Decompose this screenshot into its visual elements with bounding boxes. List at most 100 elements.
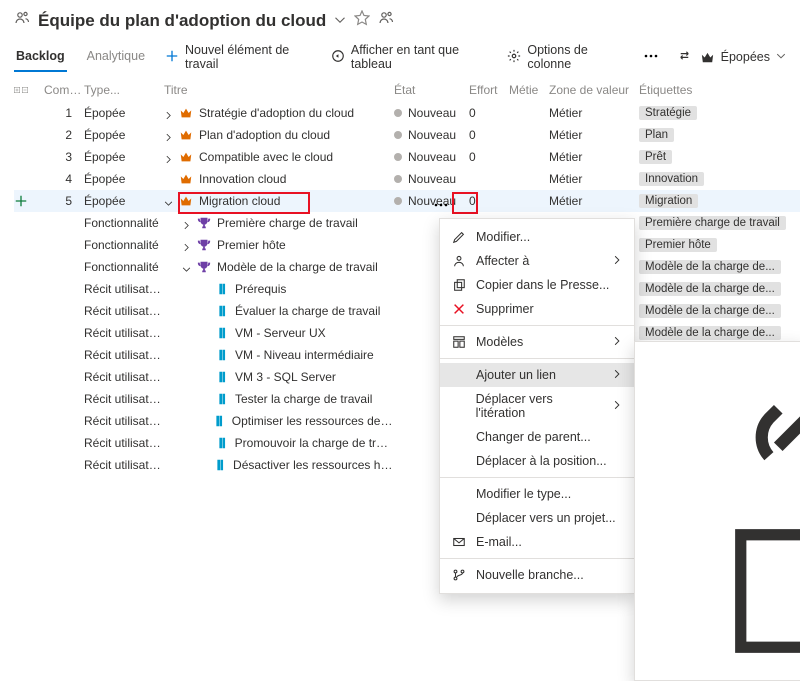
trophy-icon (197, 238, 211, 252)
submenu-new-item[interactable]: Nouvel élément... (635, 511, 800, 674)
table-row[interactable]: Récit utilisateurPrérequisMétierModèle d… (14, 278, 800, 300)
row-title[interactable]: VM 3 - SQL Server (164, 370, 394, 384)
chevron-right-icon[interactable] (182, 219, 191, 228)
table-row[interactable]: Récit utilisateurÉvaluer la charge de tr… (14, 300, 800, 322)
row-title[interactable]: Compatible avec le cloud (164, 150, 394, 164)
menu-move-iteration[interactable]: Déplacer vers l'itération (440, 387, 634, 425)
row-order: 2 (44, 128, 84, 142)
row-area: Métier (549, 194, 639, 208)
col-type[interactable]: Type... (84, 83, 164, 97)
branch-icon (452, 568, 466, 582)
star-icon[interactable] (354, 10, 370, 31)
add-child-button[interactable] (14, 194, 28, 208)
row-tag: Modèle de la charge de... (639, 326, 800, 340)
menu-edit[interactable]: Modifier... (440, 225, 634, 249)
switch-icon[interactable] (677, 48, 692, 66)
state-dot-icon (394, 197, 402, 205)
view-as-board-button[interactable]: Afficher en tant que tableau (331, 43, 490, 71)
row-actions-button[interactable] (432, 196, 450, 214)
col-effort[interactable]: Effort (469, 83, 509, 97)
chevron-down-icon (776, 50, 786, 64)
row-type: Fonctionnalité (84, 216, 164, 230)
row-title-text: Tester la charge de travail (235, 392, 372, 406)
col-tags[interactable]: Étiquettes (639, 83, 800, 97)
menu-new-branch[interactable]: Nouvelle branche... (440, 563, 634, 587)
row-type: Épopée (84, 150, 164, 164)
tab-backlog[interactable]: Backlog (14, 43, 67, 71)
table-row[interactable]: 4ÉpopéeInnovation cloudNouveauMétierInno… (14, 168, 800, 190)
row-title[interactable]: Stratégie d'adoption du cloud (164, 106, 394, 120)
chevron-right-icon[interactable] (182, 241, 191, 250)
col-area[interactable]: Zone de valeur (549, 83, 639, 97)
col-metier[interactable]: Métie (509, 83, 549, 97)
menu-change-parent[interactable]: Changer de parent... (440, 425, 634, 449)
row-title[interactable]: Promouvoir la charge de travail (164, 436, 394, 450)
page-title: Équipe du plan d'adoption du cloud (38, 11, 326, 31)
close-icon (452, 302, 466, 316)
state-dot-icon (394, 109, 402, 117)
crown-icon (179, 128, 193, 142)
row-order: 4 (44, 172, 84, 186)
chevron-down-icon[interactable] (164, 197, 173, 206)
row-title[interactable]: Optimiser les ressources de la charge de… (164, 414, 394, 428)
menu-add-link[interactable]: Ajouter un lien (440, 363, 634, 387)
row-title[interactable]: Plan d'adoption du cloud (164, 128, 394, 142)
row-title[interactable]: VM - Serveur UX (164, 326, 394, 340)
tab-analytics[interactable]: Analytique (85, 43, 147, 71)
row-title[interactable]: VM - Niveau intermédiaire (164, 348, 394, 362)
chevron-right-icon[interactable] (164, 109, 173, 118)
row-area: Métier (549, 172, 639, 186)
menu-move-project[interactable]: Déplacer vers un projet... (440, 506, 634, 530)
team-settings-icon[interactable] (378, 10, 394, 31)
row-effort: 0 (469, 150, 509, 164)
column-options-button[interactable]: Options de colonne (507, 43, 624, 71)
row-tag: Migration (639, 194, 800, 208)
row-title[interactable]: Migration cloud (164, 194, 394, 208)
menu-email[interactable]: E-mail... (440, 530, 634, 554)
menu-assign[interactable]: Affecter à (440, 249, 634, 273)
row-area: Métier (549, 150, 639, 164)
row-title[interactable]: Première charge de travail (164, 216, 394, 230)
row-title[interactable]: Prérequis (164, 282, 394, 296)
row-title[interactable]: Tester la charge de travail (164, 392, 394, 406)
more-commands-button[interactable] (643, 48, 659, 67)
trophy-icon (197, 216, 211, 230)
scope-selector[interactable]: Épopées (700, 50, 786, 65)
menu-change-type[interactable]: Modifier le type... (440, 482, 634, 506)
table-row[interactable]: 2ÉpopéePlan d'adoption du cloudNouveau0M… (14, 124, 800, 146)
row-title[interactable]: Premier hôte (164, 238, 394, 252)
new-work-item-button[interactable]: Nouvel élément de travail (165, 43, 313, 71)
row-effort: 0 (469, 106, 509, 120)
table-row[interactable]: 5ÉpopéeMigration cloudNouveau0MétierMigr… (14, 190, 800, 212)
chevron-down-icon[interactable] (334, 11, 346, 31)
row-title-text: Migration cloud (199, 194, 280, 208)
menu-move-position[interactable]: Déplacer à la position... (440, 449, 634, 473)
table-row[interactable]: 3ÉpopéeCompatible avec le cloudNouveau0M… (14, 146, 800, 168)
menu-copy[interactable]: Copier dans le Presse... (440, 273, 634, 297)
context-submenu-add-link: Élément existant... Nouvel élément... (634, 341, 800, 681)
submenu-existing-item[interactable]: Élément existant... (635, 348, 800, 511)
col-state[interactable]: État (394, 83, 469, 97)
crown-icon (179, 194, 193, 208)
col-order[interactable]: Commande (44, 83, 84, 97)
table-row[interactable]: FonctionnalitéPremier hôteMétierPremier … (14, 234, 800, 256)
expand-all[interactable] (14, 85, 28, 95)
row-title[interactable]: Modèle de la charge de travail (164, 260, 394, 274)
chevron-down-icon[interactable] (182, 263, 191, 272)
state-dot-icon (394, 175, 402, 183)
table-row[interactable]: FonctionnalitéPremière charge de travail… (14, 212, 800, 234)
row-title-text: Innovation cloud (199, 172, 286, 186)
book-icon (215, 370, 229, 384)
table-row[interactable]: 1ÉpopéeStratégie d'adoption du cloudNouv… (14, 102, 800, 124)
book-icon (215, 282, 229, 296)
row-title[interactable]: Évaluer la charge de travail (164, 304, 394, 318)
menu-templates[interactable]: Modèles (440, 330, 634, 354)
col-title[interactable]: Titre (164, 83, 394, 97)
row-title[interactable]: Désactiver les ressources hors service (164, 458, 394, 472)
row-title-text: VM 3 - SQL Server (235, 370, 336, 384)
chevron-right-icon[interactable] (164, 153, 173, 162)
chevron-right-icon[interactable] (164, 131, 173, 140)
table-row[interactable]: FonctionnalitéModèle de la charge de tra… (14, 256, 800, 278)
row-title[interactable]: Innovation cloud (164, 172, 394, 186)
menu-delete[interactable]: Supprimer (440, 297, 634, 321)
